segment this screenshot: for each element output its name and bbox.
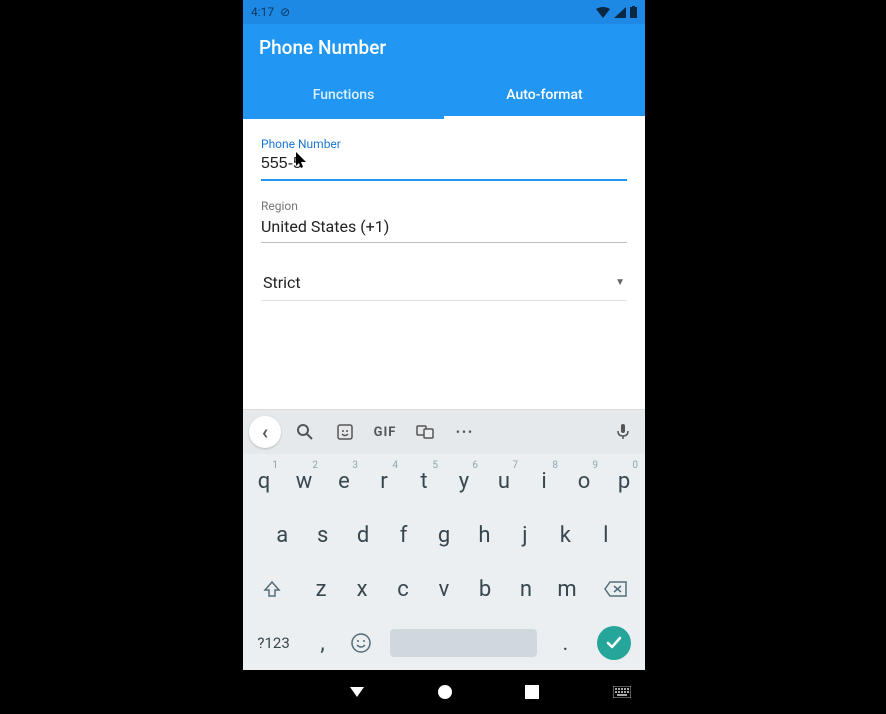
key-comma[interactable]: , [304, 620, 341, 666]
key-h[interactable]: h [465, 512, 503, 558]
key-period-label: . [563, 631, 569, 656]
wifi-icon [596, 7, 610, 18]
key-q[interactable]: q1 [245, 458, 283, 504]
check-icon [605, 634, 623, 652]
key-m[interactable]: m [547, 566, 586, 612]
emoji-icon [350, 632, 372, 654]
key-w[interactable]: w2 [285, 458, 323, 504]
page-title: Phone Number [259, 36, 386, 59]
key-o[interactable]: o9 [565, 458, 603, 504]
key-x[interactable]: x [343, 566, 382, 612]
key-v[interactable]: v [425, 566, 464, 612]
kbd-gif-button[interactable]: GIF [369, 416, 401, 448]
key-f[interactable]: f [384, 512, 422, 558]
key-symbols-label: ?123 [257, 634, 289, 652]
region-label: Region [261, 199, 627, 213]
key-a[interactable]: a [263, 512, 301, 558]
key-t[interactable]: t5 [405, 458, 443, 504]
nav-recents[interactable] [524, 684, 540, 700]
kbd-more-button[interactable]: ••• [449, 416, 481, 448]
key-enter[interactable] [586, 620, 643, 666]
gif-icon: GIF [374, 425, 397, 440]
translate-icon [416, 423, 434, 441]
key-g[interactable]: g [425, 512, 463, 558]
key-u[interactable]: u7 [485, 458, 523, 504]
app-bar: Phone Number [243, 24, 645, 71]
key-comma-label: , [320, 631, 324, 656]
key-y[interactable]: y6 [445, 458, 483, 504]
mic-icon [616, 423, 630, 441]
tab-functions-label: Functions [313, 87, 375, 103]
tab-auto-format[interactable]: Auto-format [444, 71, 645, 119]
shift-icon [262, 579, 282, 599]
nav-keyboard-switch[interactable] [613, 686, 631, 698]
backspace-icon [604, 580, 628, 598]
key-symbols[interactable]: ?123 [245, 620, 302, 666]
content-area: Phone Number Region United States (+1) S… [243, 119, 645, 409]
key-j[interactable]: j [506, 512, 544, 558]
key-emoji[interactable] [343, 620, 380, 666]
key-e[interactable]: e3 [325, 458, 363, 504]
tab-bar: Functions Auto-format [243, 71, 645, 119]
battery-icon [630, 6, 637, 18]
device-frame: 4:17 ⊘ Phone Number Functions Auto-forma… [243, 0, 645, 714]
keyboard-icon [613, 686, 631, 698]
key-i[interactable]: i8 [525, 458, 563, 504]
nav-bar [243, 670, 645, 714]
region-field: Region United States (+1) [261, 199, 627, 243]
tab-auto-format-label: Auto-format [506, 87, 582, 103]
more-icon: ••• [456, 425, 474, 439]
key-r[interactable]: r4 [365, 458, 403, 504]
nav-back-icon [348, 683, 366, 701]
kbd-translate-button[interactable] [409, 416, 441, 448]
region-value[interactable]: United States (+1) [261, 215, 627, 243]
key-space[interactable] [382, 620, 545, 666]
phone-field: Phone Number [261, 137, 627, 181]
nav-recents-icon [524, 684, 540, 700]
key-b[interactable]: b [466, 566, 505, 612]
phone-input[interactable] [261, 153, 627, 181]
kbd-search-button[interactable] [289, 416, 321, 448]
kbd-mic-button[interactable] [607, 416, 639, 448]
keyboard: ‹ GIF ••• [243, 409, 645, 670]
key-period[interactable]: . [547, 620, 584, 666]
dropdown-value: Strict [263, 273, 301, 292]
key-row-4: ?123 , . [243, 616, 645, 670]
strictness-dropdown[interactable]: Strict ▼ [261, 265, 627, 301]
key-backspace[interactable] [588, 566, 643, 612]
key-p[interactable]: p0 [605, 458, 643, 504]
chevron-down-icon: ▼ [615, 277, 625, 288]
signal-icon [614, 7, 626, 18]
nav-back[interactable] [348, 683, 366, 701]
sticker-icon [336, 423, 354, 441]
key-d[interactable]: d [344, 512, 382, 558]
key-z[interactable]: z [302, 566, 341, 612]
key-k[interactable]: k [546, 512, 584, 558]
nav-home-icon [436, 683, 454, 701]
kbd-sticker-button[interactable] [329, 416, 361, 448]
key-n[interactable]: n [506, 566, 545, 612]
suggestion-bar: ‹ GIF ••• [243, 410, 645, 454]
kbd-collapse-button[interactable]: ‹ [249, 416, 281, 448]
key-shift[interactable] [245, 566, 300, 612]
key-row-3: zxcvbnm [243, 562, 645, 616]
search-icon [296, 423, 314, 441]
nav-home[interactable] [436, 683, 454, 701]
key-c[interactable]: c [384, 566, 423, 612]
status-time: 4:17 [251, 5, 274, 19]
key-row-2: asdfghjkl [243, 508, 645, 562]
content-spacer [261, 301, 627, 409]
phone-label: Phone Number [261, 137, 627, 151]
key-s[interactable]: s [303, 512, 341, 558]
tab-functions[interactable]: Functions [243, 71, 444, 119]
key-l[interactable]: l [587, 512, 625, 558]
chevron-left-icon: ‹ [262, 420, 268, 444]
status-bar: 4:17 ⊘ [243, 0, 645, 24]
key-row-1: q1w2e3r4t5y6u7i8o9p0 [243, 454, 645, 508]
dnd-icon: ⊘ [280, 5, 290, 19]
